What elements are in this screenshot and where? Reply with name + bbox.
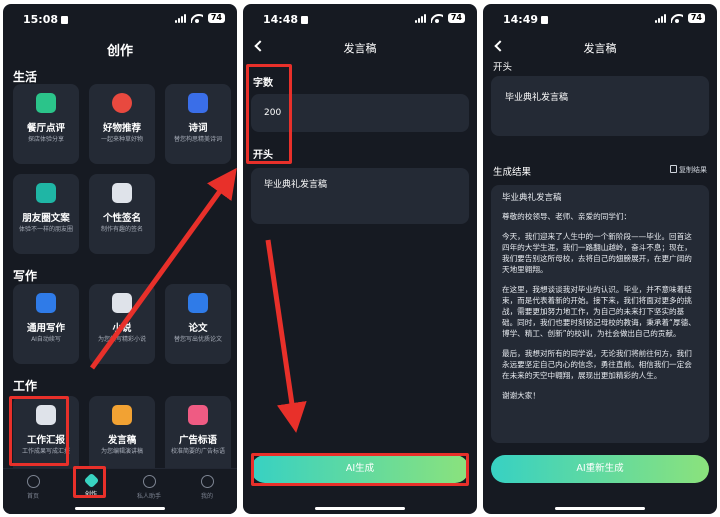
result-paragraph: 尊敬的校领导、老师、亲爱的同学们：: [502, 212, 632, 221]
lock-icon: [61, 16, 69, 24]
copy-result-button[interactable]: 复制结果: [670, 165, 707, 175]
card-general-writing[interactable]: 通用写作 AI自动续写: [13, 284, 79, 364]
phone-speech-form-screen: 14:48 74 发言稿 字数 200 开头 毕业典礼发言稿 AI生成: [243, 4, 477, 514]
phone-create-screen: 15:08 74 创作 生活 餐厅点评 探店体验分享 好物推荐 一起来种草好物 …: [3, 4, 237, 514]
copy-icon: [670, 165, 677, 173]
card-title: 好物推荐: [102, 123, 141, 134]
speech-icon: [112, 405, 132, 425]
paper-icon: [188, 293, 208, 313]
card-title: 通用写作: [26, 323, 65, 334]
card-subtitle: 为您编辑演讲稿: [100, 448, 143, 455]
card-title: 朋友圈文案: [22, 213, 70, 224]
card-product-recommend[interactable]: 好物推荐 一起来种草好物: [89, 84, 155, 164]
lock-icon: [541, 16, 549, 24]
card-subtitle: AI自动续写: [31, 336, 61, 343]
card-title: 论文: [188, 323, 208, 334]
card-speech-draft[interactable]: 发言稿 为您编辑演讲稿: [89, 396, 155, 476]
card-subtitle: 探店体验分享: [27, 136, 64, 143]
status-time: 14:48: [263, 13, 309, 26]
status-bar: 14:48 74: [243, 4, 477, 30]
wifi-icon: [430, 13, 443, 23]
card-novel[interactable]: 小说 为您续写精彩小说: [89, 284, 155, 364]
battery-icon: 74: [447, 13, 465, 23]
home-indicator: [555, 507, 645, 510]
section-life-label: 生活: [13, 70, 38, 84]
card-title: 广告标语: [178, 435, 217, 446]
card-subtitle: 制作有趣的签名: [100, 226, 143, 233]
card-title: 发言稿: [107, 435, 137, 446]
opening-input[interactable]: 毕业典礼发言稿: [251, 168, 469, 224]
card-subtitle: 替您写出优质论文: [173, 336, 222, 343]
tab-label: 我的: [200, 493, 213, 500]
home-icon: [26, 475, 40, 488]
result-paragraph: 谢谢大家！: [502, 391, 540, 400]
card-signature[interactable]: 个性签名 制作有趣的签名: [89, 174, 155, 254]
copy-label: 复制结果: [679, 166, 707, 174]
signal-icon: [414, 13, 426, 23]
tab-label: 首页: [26, 493, 39, 500]
section-writing-label: 写作: [13, 269, 38, 283]
card-subtitle: 替您构思精美诗词: [173, 136, 222, 143]
status-time: 14:49: [503, 13, 549, 26]
card-poem[interactable]: 诗词 替您构思精美诗词: [165, 84, 231, 164]
section-work-label: 工作: [13, 379, 38, 393]
tab-label: 私人助手: [136, 493, 161, 500]
card-title: 个性签名: [102, 213, 141, 224]
wifi-icon: [670, 13, 683, 23]
page-title: 创作: [106, 44, 133, 59]
tab-profile[interactable]: 我的: [187, 475, 227, 500]
poem-icon: [188, 93, 208, 113]
tab-home[interactable]: 首页: [13, 475, 53, 500]
status-bar: 14:49 74: [483, 4, 717, 30]
star-badge-icon: [112, 93, 132, 113]
writing-icon: [36, 293, 56, 313]
lock-icon: [301, 16, 309, 24]
profile-icon: [200, 475, 214, 488]
highlight-create-tab: [73, 466, 106, 498]
result-label: 生成结果: [493, 167, 532, 178]
result-paragraph: 今天，我们迎来了人生中的一个新阶段——毕业。回首这四年的大学生涯，我们一路翻山越…: [502, 232, 692, 274]
card-restaurant-review[interactable]: 餐厅点评 探店体验分享: [13, 84, 79, 164]
card-title: 诗词: [188, 123, 208, 134]
card-subtitle: 校准简要的广告标语: [170, 448, 225, 455]
home-indicator: [75, 507, 165, 510]
assistant-icon: [142, 475, 156, 488]
card-subtitle: 体验不一样的朋友圈: [18, 226, 73, 233]
result-paragraph: 在这里，我想谈谈我对毕业的认识。毕业，并不意味着结束，而是代表着新的开始。接下来…: [502, 285, 696, 338]
tab-assistant[interactable]: 私人助手: [129, 475, 169, 500]
opening-label: 开头: [493, 62, 513, 73]
ad-flag-icon: [188, 405, 208, 425]
card-moments-copy[interactable]: 朋友圈文案 体验不一样的朋友圈: [13, 174, 79, 254]
card-title: 餐厅点评: [26, 123, 65, 134]
highlight-work-report: [9, 396, 69, 466]
status-time: 15:08: [23, 13, 69, 26]
page-title: 发言稿: [343, 42, 377, 55]
page-title: 发言稿: [583, 42, 617, 55]
result-text-area[interactable]: 毕业典礼发言稿 尊敬的校领导、老师、亲爱的同学们： 今天，我们迎来了人生中的一个…: [491, 185, 709, 443]
card-ad-slogan[interactable]: 广告标语 校准简要的广告标语: [165, 396, 231, 476]
novel-icon: [112, 293, 132, 313]
card-title: 小说: [112, 323, 132, 334]
card-paper[interactable]: 论文 替您写出优质论文: [165, 284, 231, 364]
highlight-form-fields: [246, 64, 292, 164]
home-indicator: [315, 507, 405, 510]
wifi-icon: [190, 13, 203, 23]
moments-icon: [36, 183, 56, 203]
signal-icon: [654, 13, 666, 23]
ai-regenerate-button[interactable]: AI重新生成: [491, 455, 709, 483]
highlight-generate-button: [251, 453, 469, 486]
battery-icon: 74: [207, 13, 225, 23]
battery-icon: 74: [687, 13, 705, 23]
status-bar: 15:08 74: [3, 4, 237, 30]
result-paragraph: 最后，我想对所有的同学说，无论我们将前往何方，我们永远要坚定自己内心的信念，勇往…: [502, 349, 692, 380]
phone-speech-result-screen: 14:49 74 发言稿 开头 毕业典礼发言稿 生成结果 复制结果 毕业典礼发言…: [483, 4, 717, 514]
food-review-icon: [36, 93, 56, 113]
signature-icon: [112, 183, 132, 203]
card-subtitle: 为您续写精彩小说: [97, 336, 146, 343]
opening-input[interactable]: 毕业典礼发言稿: [491, 76, 709, 136]
signal-icon: [174, 13, 186, 23]
card-subtitle: 一起来种草好物: [100, 136, 143, 143]
result-paragraph: 毕业典礼发言稿: [502, 193, 562, 203]
